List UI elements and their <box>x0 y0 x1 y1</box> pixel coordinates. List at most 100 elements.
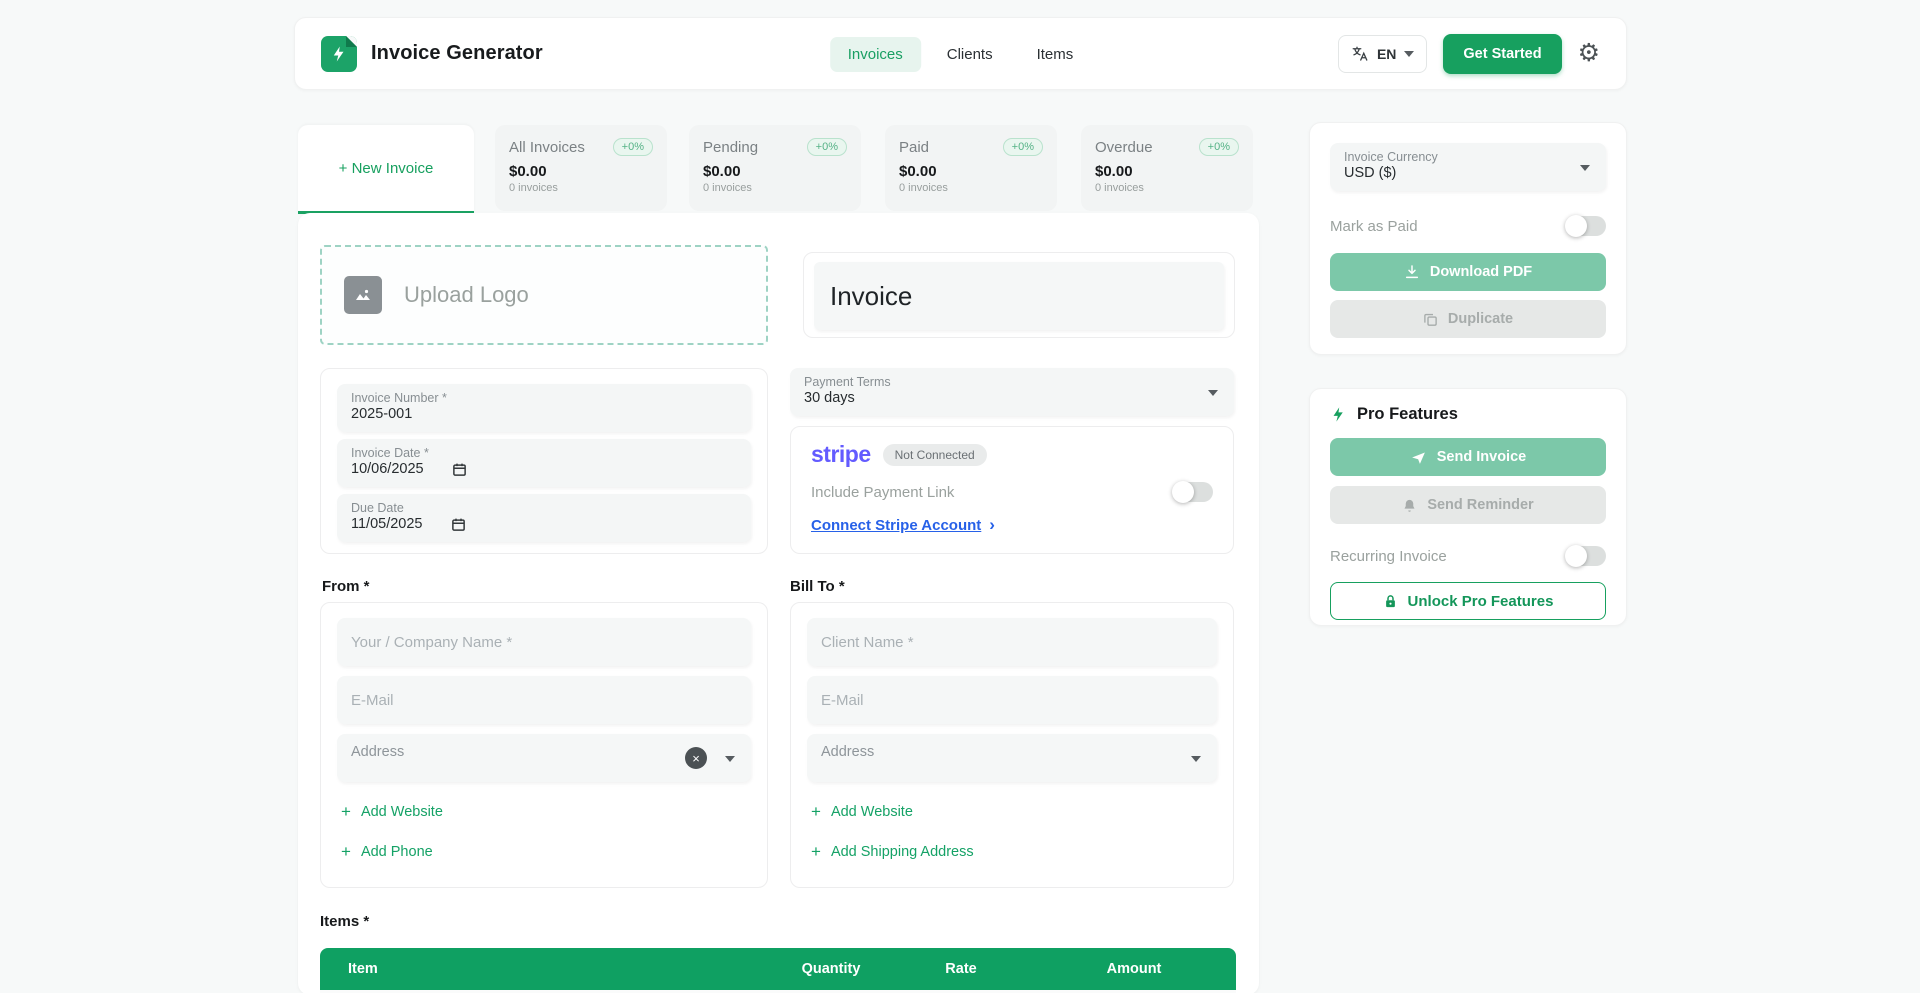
from-name-input[interactable] <box>337 618 751 666</box>
mark-as-paid-toggle[interactable] <box>1566 216 1606 236</box>
send-reminder-button[interactable]: Send Reminder <box>1330 486 1606 524</box>
clear-icon[interactable]: × <box>685 747 707 769</box>
upload-logo-dropzone[interactable]: Upload Logo <box>320 245 768 345</box>
items-table: Item Quantity Rate Amount <box>320 948 1236 993</box>
from-heading: From * <box>322 578 370 595</box>
stat-count: 0 invoices <box>509 182 653 194</box>
stat-title: Paid <box>899 139 929 156</box>
invoice-currency-value: USD ($) <box>1344 165 1592 181</box>
add-website-link[interactable]: + Add Website <box>337 802 751 822</box>
stripe-status-badge: Not Connected <box>883 444 987 466</box>
due-date-field[interactable]: Due Date 11/05/2025 <box>337 494 751 542</box>
pro-features-card: Pro Features Send Invoice Send Reminder … <box>1309 388 1627 626</box>
column-quantity: Quantity <box>802 961 861 977</box>
nav-tab-items[interactable]: Items <box>1019 37 1092 72</box>
duplicate-button[interactable]: Duplicate <box>1330 300 1606 338</box>
stat-card-pending[interactable]: Pending +0% $0.00 0 invoices <box>689 125 861 211</box>
invoice-number-value: 2025-001 <box>351 406 737 422</box>
bell-icon <box>1402 498 1417 513</box>
chevron-down-icon <box>1404 51 1414 57</box>
payment-terms-label: Payment Terms <box>804 375 1220 389</box>
bill-to-address-label: Address <box>821 744 874 760</box>
column-item: Item <box>348 961 378 977</box>
from-card: Address × + Add Website + Add Phone <box>320 602 768 888</box>
invoice-title-input[interactable] <box>814 262 1224 330</box>
stat-amount: $0.00 <box>703 163 847 180</box>
stripe-card: stripe Not Connected Include Payment Lin… <box>790 426 1234 554</box>
nav-tab-clients[interactable]: Clients <box>929 37 1011 72</box>
invoice-date-field[interactable]: Invoice Date * 10/06/2025 <box>337 439 751 487</box>
invoice-number-field[interactable]: Invoice Number * 2025-001 <box>337 384 751 432</box>
stat-amount: $0.00 <box>899 163 1043 180</box>
stat-title: Pending <box>703 139 758 156</box>
duplicate-label: Duplicate <box>1448 311 1513 327</box>
client-email-input[interactable] <box>807 676 1217 724</box>
pro-features-heading: Pro Features <box>1357 405 1458 424</box>
main-nav: Invoices Clients Items <box>830 18 1092 91</box>
calendar-icon[interactable] <box>452 462 467 477</box>
stat-count: 0 invoices <box>899 182 1043 194</box>
calendar-icon[interactable] <box>451 517 466 532</box>
payment-terms-value: 30 days <box>804 390 1220 406</box>
payment-terms-select[interactable]: Payment Terms 30 days <box>790 368 1234 416</box>
due-date-value: 11/05/2025 <box>351 516 423 532</box>
bolt-icon <box>1330 406 1347 423</box>
add-shipping-address-link[interactable]: + Add Shipping Address <box>807 842 1217 862</box>
invoice-title-card <box>803 252 1235 338</box>
toggle-knob <box>1565 215 1587 237</box>
plus-icon: + <box>811 842 821 862</box>
unlock-pro-features-button[interactable]: Unlock Pro Features <box>1330 582 1606 620</box>
plus-icon: + <box>341 842 351 862</box>
gear-icon[interactable]: ⚙ <box>1578 41 1600 66</box>
invoice-meta-card: Invoice Number * 2025-001 Invoice Date *… <box>320 368 768 554</box>
stat-badge: +0% <box>807 138 847 156</box>
plus-icon: + <box>341 802 351 822</box>
add-website-link[interactable]: + Add Website <box>807 802 1217 822</box>
send-icon <box>1410 449 1427 466</box>
stat-title: Overdue <box>1095 139 1153 156</box>
chevron-down-icon <box>725 756 735 762</box>
language-selector[interactable]: EN <box>1338 35 1427 73</box>
mark-as-paid-label: Mark as Paid <box>1330 218 1418 235</box>
stat-amount: $0.00 <box>509 163 653 180</box>
include-payment-link-label: Include Payment Link <box>811 484 954 501</box>
get-started-button[interactable]: Get Started <box>1443 34 1561 74</box>
nav-tab-invoices[interactable]: Invoices <box>830 37 921 72</box>
stat-card-overdue[interactable]: Overdue+0% $0.00 0 invoices <box>1081 125 1253 211</box>
chevron-down-icon <box>1191 756 1201 762</box>
from-address-select[interactable]: Address × <box>337 734 751 782</box>
download-pdf-button[interactable]: Download PDF <box>1330 253 1606 291</box>
items-heading: Items * <box>320 913 369 930</box>
add-website-label: Add Website <box>831 804 913 820</box>
upload-logo-label: Upload Logo <box>404 282 529 308</box>
stat-card-paid[interactable]: Paid+0% $0.00 0 invoices <box>885 125 1057 211</box>
bill-to-address-select[interactable]: Address <box>807 734 1217 782</box>
download-icon <box>1404 264 1420 280</box>
app-logo <box>321 36 357 72</box>
bolt-icon <box>330 45 348 63</box>
invoice-currency-select[interactable]: Invoice Currency USD ($) <box>1330 143 1606 191</box>
add-phone-link[interactable]: + Add Phone <box>337 842 751 862</box>
toggle-knob <box>1172 481 1194 503</box>
connect-stripe-link[interactable]: Connect Stripe Account <box>811 517 981 534</box>
stat-card-all-invoices[interactable]: All Invoices+0% $0.00 0 invoices <box>495 125 667 211</box>
client-name-input[interactable] <box>807 618 1217 666</box>
language-value: EN <box>1377 46 1396 62</box>
send-invoice-button[interactable]: Send Invoice <box>1330 438 1606 476</box>
from-email-input[interactable] <box>337 676 751 724</box>
chevron-down-icon <box>1208 390 1218 396</box>
image-icon <box>344 276 382 314</box>
copy-icon <box>1423 312 1438 327</box>
header-actions: EN Get Started ⚙ <box>1338 34 1600 74</box>
due-date-label: Due Date <box>351 501 737 515</box>
include-payment-link-toggle[interactable] <box>1173 482 1213 502</box>
invoice-form-card: Upload Logo Invoice Number * 2025-001 In… <box>298 213 1259 993</box>
add-phone-label: Add Phone <box>361 844 433 860</box>
add-shipping-address-label: Add Shipping Address <box>831 844 974 860</box>
recurring-invoice-label: Recurring Invoice <box>1330 548 1447 565</box>
stat-count: 0 invoices <box>703 182 847 194</box>
new-invoice-tab[interactable]: + New Invoice <box>298 125 474 214</box>
recurring-invoice-toggle[interactable] <box>1566 546 1606 566</box>
invoice-date-label: Invoice Date * <box>351 446 737 460</box>
from-address-label: Address <box>351 744 404 760</box>
